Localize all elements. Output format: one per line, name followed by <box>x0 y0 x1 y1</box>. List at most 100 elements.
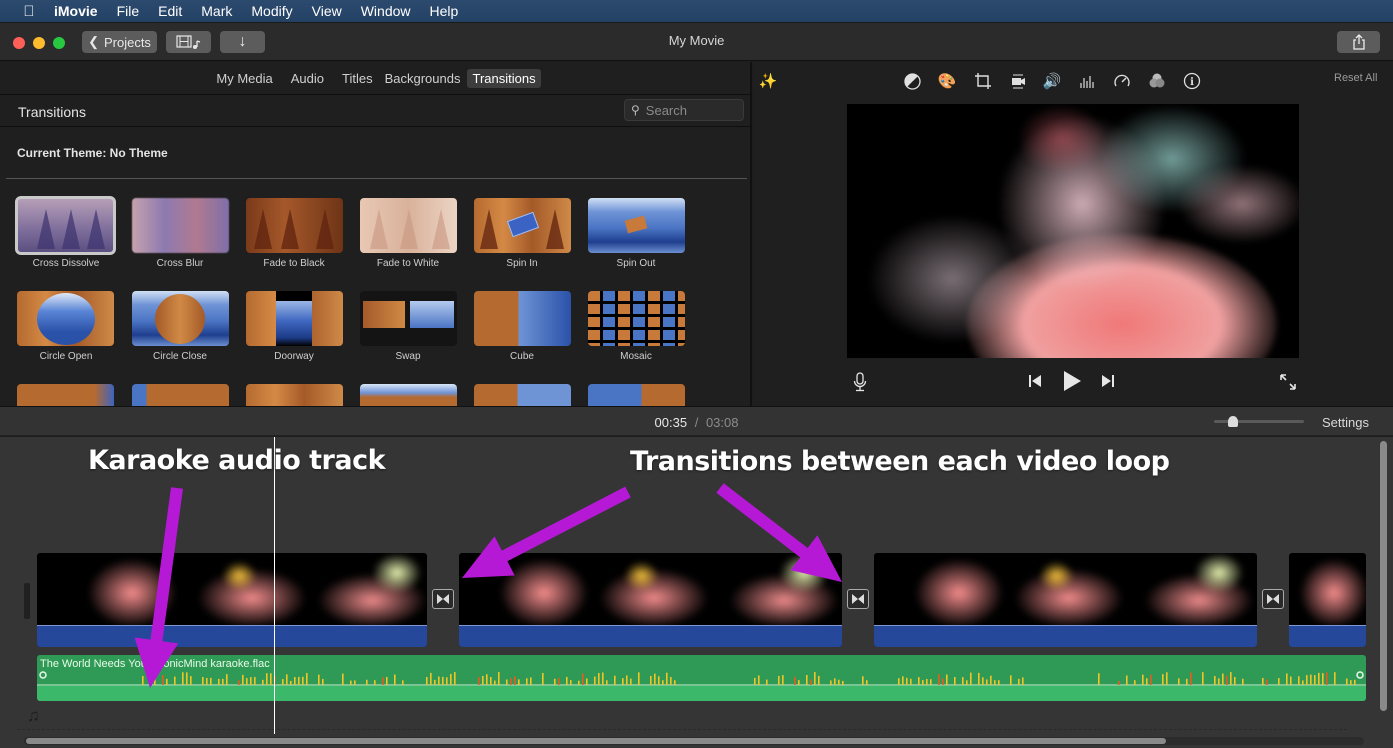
timeline-zoom-knob[interactable] <box>1228 416 1238 427</box>
waveform-peak <box>482 676 484 685</box>
total-time: 03:08 <box>705 415 739 430</box>
transition-cross-blur[interactable] <box>132 198 229 253</box>
waveform-peak <box>530 677 532 685</box>
bowtie-transition-icon[interactable] <box>432 589 454 609</box>
stabilization-camera-icon[interactable] <box>1008 71 1028 91</box>
skip-back-icon[interactable] <box>1026 372 1044 390</box>
waveform-peak <box>402 680 404 685</box>
waveform-peak <box>162 675 164 685</box>
background-music-well[interactable]: ♫ <box>17 704 1347 730</box>
color-correction-palette-icon[interactable]: 🎨 <box>937 71 957 91</box>
skip-forward-icon[interactable] <box>1099 372 1117 390</box>
fade-handle[interactable] <box>1356 671 1364 679</box>
transition-mosaic[interactable] <box>588 291 685 346</box>
waveform-peak <box>954 677 956 685</box>
video-clip[interactable] <box>459 553 842 647</box>
waveform-peak <box>342 673 344 685</box>
waveform-peak <box>542 672 544 685</box>
play-button[interactable] <box>1060 368 1084 394</box>
tab-audio[interactable]: Audio <box>286 69 329 88</box>
waveform-peak <box>918 677 920 685</box>
crop-icon[interactable] <box>973 71 993 91</box>
bowtie-transition-icon[interactable] <box>1262 589 1284 609</box>
waveform-peak <box>942 678 944 685</box>
waveform-peak <box>514 676 516 685</box>
search-icon: ⚲ <box>631 103 640 117</box>
transition-swap[interactable] <box>360 291 457 346</box>
fullscreen-icon[interactable] <box>1277 371 1299 393</box>
waveform-peak <box>262 679 264 685</box>
waveform-peak <box>174 676 176 685</box>
tab-titles[interactable]: Titles <box>337 69 378 88</box>
waveform-peak <box>1234 677 1236 685</box>
magic-wand-icon[interactable]: ✨ <box>758 71 778 91</box>
info-icon[interactable]: i <box>1182 71 1202 91</box>
waveform-peak <box>970 672 972 685</box>
video-clip[interactable] <box>37 553 427 647</box>
transition-spin-in[interactable] <box>474 198 571 253</box>
transition-cube[interactable] <box>474 291 571 346</box>
waveform-peak <box>1126 675 1128 685</box>
menu-edit[interactable]: Edit <box>158 3 182 19</box>
waveform-peak <box>1190 672 1192 685</box>
search-input[interactable]: ⚲ Search <box>624 99 744 121</box>
transition-cross-dissolve[interactable] <box>15 196 116 255</box>
menu-window[interactable]: Window <box>361 3 411 19</box>
waveform-peak <box>254 677 256 685</box>
settings-button[interactable]: Settings <box>1322 415 1369 430</box>
transition-thumbnail[interactable] <box>132 384 229 406</box>
speed-gauge-icon[interactable] <box>1112 71 1132 91</box>
waveform-peak <box>382 677 384 685</box>
waveform-peak <box>218 678 220 685</box>
transition-doorway[interactable] <box>246 291 343 346</box>
fade-handle[interactable] <box>39 671 47 679</box>
waveform-peak <box>294 677 296 685</box>
horizontal-scrollbar-thumb[interactable] <box>26 738 1166 744</box>
color-balance-icon[interactable] <box>902 71 922 91</box>
playhead[interactable] <box>274 437 275 734</box>
waveform-peak <box>586 678 588 685</box>
transition-thumbnail[interactable] <box>360 384 457 406</box>
waveform-peak <box>830 680 832 685</box>
menu-mark[interactable]: Mark <box>201 3 232 19</box>
menu-imovie[interactable]: iMovie <box>54 3 98 19</box>
transition-label: Spin In <box>506 258 538 269</box>
video-clip[interactable] <box>1289 553 1366 647</box>
volume-icon[interactable]: 🔊 <box>1042 71 1062 91</box>
waveform-peak <box>862 676 864 685</box>
clip-filter-icon[interactable] <box>1147 71 1167 91</box>
transition-spin-out[interactable] <box>588 198 685 253</box>
vertical-scrollbar[interactable] <box>1380 441 1387 711</box>
menu-view[interactable]: View <box>312 3 342 19</box>
menu-help[interactable]: Help <box>430 3 459 19</box>
video-preview[interactable] <box>847 104 1299 358</box>
waveform-peak <box>298 676 300 685</box>
transition-thumbnail[interactable] <box>474 384 571 406</box>
transition-label: Circle Close <box>153 351 207 362</box>
waveform-peak <box>906 677 908 685</box>
transition-fade-to-black[interactable] <box>246 198 343 253</box>
transition-circle-open[interactable] <box>17 291 114 346</box>
viewer: ✨ 🎨 🔊 i Reset All <box>754 62 1393 406</box>
menu-file[interactable]: File <box>117 3 140 19</box>
transition-thumbnail[interactable] <box>17 384 114 406</box>
share-button[interactable] <box>1337 31 1380 53</box>
waveform-peak <box>622 678 624 685</box>
tab-transitions[interactable]: Transitions <box>467 68 541 88</box>
reset-all-button[interactable]: Reset All <box>1334 72 1377 84</box>
menu-modify[interactable]: Modify <box>251 3 292 19</box>
transition-thumbnail[interactable] <box>246 384 343 406</box>
tab-backgrounds[interactable]: Backgrounds <box>380 69 466 88</box>
transition-label: Cross Dissolve <box>32 258 100 269</box>
transition-circle-close[interactable] <box>132 291 229 346</box>
video-clip[interactable] <box>874 553 1257 647</box>
apple-menu-icon[interactable]:  <box>20 3 38 20</box>
tab-my-media[interactable]: My Media <box>211 69 277 88</box>
bowtie-transition-icon[interactable] <box>847 589 869 609</box>
transition-fade-to-white[interactable] <box>360 198 457 253</box>
microphone-icon[interactable] <box>850 371 870 393</box>
equalizer-icon[interactable] <box>1077 71 1097 91</box>
transition-thumbnail[interactable] <box>588 384 685 406</box>
waveform-peak <box>978 672 980 685</box>
track-handle[interactable] <box>24 583 30 619</box>
